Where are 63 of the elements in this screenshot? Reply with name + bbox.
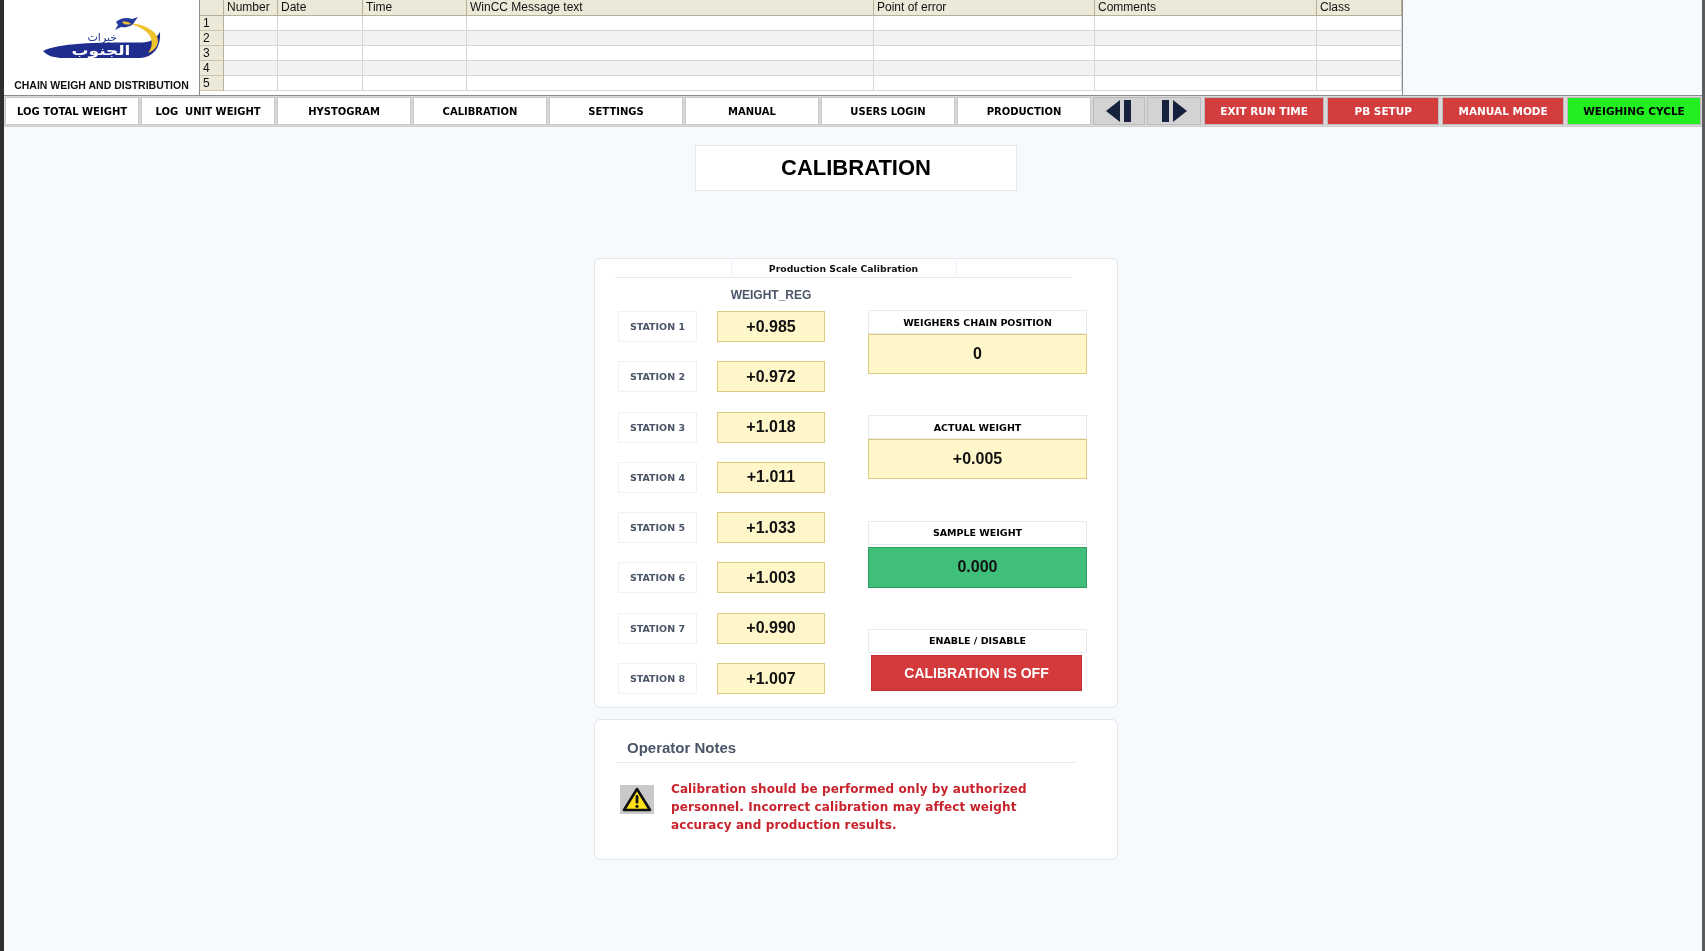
column-header[interactable]: WinCC Message text	[467, 0, 874, 16]
nav-tab[interactable]: HYSTOGRAM	[277, 97, 411, 125]
calibration-toggle-button[interactable]: CALIBRATION IS OFF	[871, 655, 1082, 691]
weight-input-field[interactable]: +1.011	[717, 461, 825, 493]
page-title: CALIBRATION	[695, 145, 1017, 191]
notes-title: Operator Notes	[627, 739, 737, 758]
column-header[interactable]: Number	[224, 0, 278, 16]
nav-tab[interactable]: SETTINGS	[549, 97, 683, 125]
row-number: 3	[200, 46, 224, 61]
readout-label: ACTUAL WEIGHT	[868, 415, 1087, 440]
weight-input-field[interactable]: +0.990	[717, 612, 825, 644]
station-label: STATION 1	[618, 311, 697, 342]
row-number: 1	[200, 16, 224, 31]
nav-tab[interactable]: CALIBRATION	[413, 97, 547, 125]
previous-icon	[1106, 100, 1132, 122]
table-cell	[224, 76, 278, 91]
readout-label: SAMPLE WEIGHT	[868, 520, 1087, 545]
previous-button[interactable]	[1093, 97, 1145, 125]
logo-text: الجنوب	[70, 44, 131, 57]
row-number: 5	[200, 76, 224, 91]
action-button[interactable]: EXIT RUN TIME	[1204, 97, 1325, 125]
next-button[interactable]	[1147, 97, 1201, 125]
table-corner-cell	[200, 0, 224, 16]
next-icon	[1161, 100, 1187, 122]
weight-input-field[interactable]: +0.972	[717, 361, 825, 393]
column-header[interactable]: Point of error	[874, 0, 1095, 16]
weight-input-field[interactable]: +1.003	[717, 562, 825, 594]
station-label: STATION 5	[618, 512, 697, 544]
column-header[interactable]: Comments	[1095, 0, 1317, 16]
column-heading: WEIGHT_REG	[729, 287, 813, 303]
nav-tab[interactable]: PRODUCTION	[957, 97, 1091, 125]
row-number: 4	[200, 61, 224, 76]
column-header[interactable]: Class	[1317, 0, 1402, 16]
row-number: 2	[200, 31, 224, 46]
station-label: STATION 7	[618, 612, 697, 644]
weight-input-field[interactable]: +1.018	[717, 411, 825, 443]
value-input-field[interactable]: 0.000	[868, 546, 1087, 588]
action-button[interactable]: WEIGHING CYCLE	[1567, 97, 1701, 125]
nav-tab[interactable]: LOG TOTAL WEIGHT	[5, 97, 139, 125]
value-display: +0.005	[868, 439, 1087, 480]
station-label: STATION 4	[618, 461, 697, 493]
station-label: STATION 2	[618, 361, 697, 393]
nav-tab[interactable]: LOG UNIT WEIGHT	[141, 97, 275, 125]
readout-label: WEIGHERS CHAIN POSITION	[868, 310, 1087, 334]
weight-input-field[interactable]: +1.007	[717, 663, 825, 695]
nav-tab[interactable]: USERS LOGIN	[821, 97, 955, 125]
column-header[interactable]: Time	[363, 0, 467, 16]
logo-text: خيرات	[87, 31, 118, 44]
warning-message: Calibration should be performed only by authorized personnel. Incorrect calibration may affect weight accuracy and production results.	[671, 781, 1028, 835]
warning-icon	[620, 785, 654, 815]
weight-input-field[interactable]: +1.033	[717, 512, 825, 544]
app-title: CHAIN WEIGH AND DISTRIBUTION	[14, 79, 189, 92]
station-label: STATION 3	[618, 411, 697, 443]
value-display: 0	[868, 334, 1087, 374]
station-label: STATION 6	[618, 562, 697, 594]
action-button[interactable]: PB SETUP	[1327, 97, 1440, 125]
column-header[interactable]: Date	[278, 0, 363, 16]
weight-input-field[interactable]: +0.985	[717, 311, 825, 342]
action-button[interactable]: MANUAL MODE	[1442, 97, 1564, 125]
nav-tab[interactable]: MANUAL	[685, 97, 819, 125]
readout-label: ENABLE / DISABLE	[868, 629, 1087, 653]
station-label: STATION 8	[618, 663, 697, 695]
panel-title: Production Scale Calibration	[730, 259, 957, 277]
